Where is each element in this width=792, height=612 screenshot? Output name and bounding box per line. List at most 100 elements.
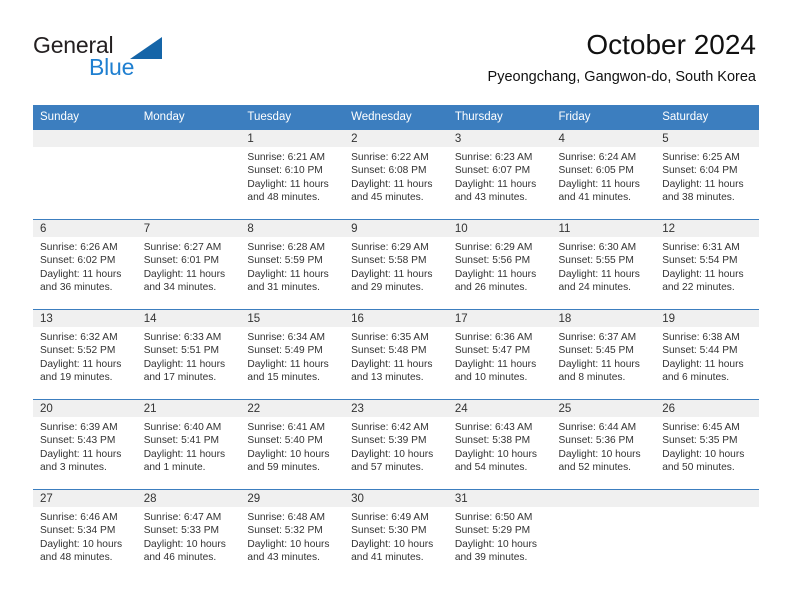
weekday-header-saturday: Saturday (655, 105, 759, 130)
day-number: 21 (136, 400, 241, 417)
calendar-day-cell[interactable]: 25 Sunrise: 6:44 AM Sunset: 5:36 PM Dayligh… (551, 399, 656, 490)
day-details: Sunrise: 6:26 AM Sunset: 6:02 PM Daylight:… (33, 237, 137, 294)
sunrise-time: Sunrise: 6:26 AM (40, 242, 118, 253)
day-number: 13 (33, 310, 137, 327)
calendar-day-cell[interactable]: 16 Sunrise: 6:35 AM Sunset: 5:48 PM Dayligh… (344, 309, 448, 400)
daylight-duration-line2: and 22 minutes. (662, 281, 735, 293)
calendar-day-cell[interactable]: 13 Sunrise: 6:32 AM Sunset: 5:52 PM Dayligh… (33, 309, 137, 400)
calendar-day-cell[interactable]: 14 Sunrise: 6:33 AM Sunset: 5:51 PM Dayligh… (136, 309, 241, 400)
daylight-duration-line2: and 29 minutes. (351, 281, 424, 293)
sunrise-time: Sunrise: 6:32 AM (40, 332, 118, 343)
calendar-day-cell[interactable]: 23 Sunrise: 6:42 AM Sunset: 5:39 PM Dayligh… (344, 399, 448, 490)
day-number: 31 (447, 490, 552, 507)
brand-logo[interactable]: General Blue (33, 33, 253, 83)
calendar-day-cell[interactable]: 21 Sunrise: 6:40 AM Sunset: 5:41 PM Dayligh… (136, 399, 241, 490)
page-subtitle: Pyeongchang, Gangwon-do, South Korea (487, 69, 756, 85)
day-details: Sunrise: 6:23 AM Sunset: 6:07 PM Daylight:… (448, 147, 552, 204)
day-details: Sunrise: 6:24 AM Sunset: 6:05 PM Daylight:… (552, 147, 656, 204)
calendar-day-cell[interactable]: 9 Sunrise: 6:29 AM Sunset: 5:58 PM Daylight… (344, 219, 448, 310)
calendar-day-cell[interactable]: 20 Sunrise: 6:39 AM Sunset: 5:43 PM Dayligh… (33, 399, 137, 490)
daylight-duration-line2: and 50 minutes. (662, 461, 735, 473)
weekday-header-thursday: Thursday (447, 105, 552, 130)
calendar-cell-empty (655, 489, 759, 579)
calendar-week-row: 20 Sunrise: 6:39 AM Sunset: 5:43 PM Dayligh… (33, 399, 759, 490)
calendar-day-cell[interactable]: 27 Sunrise: 6:46 AM Sunset: 5:34 PM Dayligh… (33, 489, 137, 579)
calendar-day-cell[interactable]: 10 Sunrise: 6:29 AM Sunset: 5:56 PM Dayligh… (447, 219, 552, 310)
daylight-duration-line1: Daylight: 11 hours (454, 358, 537, 370)
calendar-day-cell[interactable]: 4 Sunrise: 6:24 AM Sunset: 6:05 PM Daylight… (551, 129, 656, 220)
sunrise-time: Sunrise: 6:25 AM (662, 152, 740, 163)
sunrise-time: Sunrise: 6:35 AM (351, 332, 429, 343)
calendar-day-cell[interactable]: 2 Sunrise: 6:22 AM Sunset: 6:08 PM Daylight… (344, 129, 448, 220)
weekday-header-tuesday: Tuesday (240, 105, 345, 130)
calendar-day-cell[interactable]: 8 Sunrise: 6:28 AM Sunset: 5:59 PM Daylight… (240, 219, 345, 310)
calendar-day-cell[interactable]: 28 Sunrise: 6:47 AM Sunset: 5:33 PM Dayligh… (136, 489, 241, 579)
sunset-time: Sunset: 6:04 PM (662, 165, 738, 177)
day-number: 19 (655, 310, 759, 327)
sunset-time: Sunset: 5:54 PM (662, 255, 738, 267)
day-number: 9 (344, 220, 448, 237)
day-details: Sunrise: 6:45 AM Sunset: 5:35 PM Daylight:… (655, 417, 759, 474)
calendar-day-cell[interactable]: 5 Sunrise: 6:25 AM Sunset: 6:04 PM Daylight… (655, 129, 759, 220)
daylight-duration-line2: and 41 minutes. (351, 551, 424, 563)
daylight-duration-line1: Daylight: 11 hours (558, 178, 640, 190)
sunset-time: Sunset: 5:34 PM (40, 525, 116, 537)
sunset-time: Sunset: 5:30 PM (351, 525, 427, 537)
daylight-duration-line2: and 3 minutes. (40, 461, 107, 473)
daylight-duration-line2: and 46 minutes. (143, 551, 217, 563)
calendar-day-cell[interactable]: 6 Sunrise: 6:26 AM Sunset: 6:02 PM Daylight… (33, 219, 137, 310)
calendar-day-cell[interactable]: 26 Sunrise: 6:45 AM Sunset: 5:35 PM Dayligh… (655, 399, 759, 490)
calendar-cell-empty (33, 129, 137, 220)
sunrise-time: Sunrise: 6:31 AM (662, 242, 740, 253)
sunrise-time: Sunrise: 6:23 AM (454, 152, 533, 163)
day-details: Sunrise: 6:50 AM Sunset: 5:29 PM Daylight:… (448, 507, 552, 564)
day-details: Sunrise: 6:35 AM Sunset: 5:48 PM Daylight:… (344, 327, 448, 384)
day-details (552, 507, 656, 511)
calendar-day-cell[interactable]: 19 Sunrise: 6:38 AM Sunset: 5:44 PM Dayligh… (655, 309, 759, 400)
daylight-duration-line2: and 1 minute. (143, 461, 206, 473)
calendar-day-cell[interactable]: 22 Sunrise: 6:41 AM Sunset: 5:40 PM Dayligh… (240, 399, 345, 490)
sunrise-time: Sunrise: 6:29 AM (454, 242, 533, 253)
day-details: Sunrise: 6:34 AM Sunset: 5:49 PM Daylight:… (240, 327, 344, 384)
calendar-day-cell[interactable]: 3 Sunrise: 6:23 AM Sunset: 6:07 PM Daylight… (447, 129, 552, 220)
daylight-duration-line2: and 52 minutes. (558, 461, 632, 473)
day-details (33, 147, 137, 151)
sunset-time: Sunset: 6:02 PM (40, 255, 116, 267)
calendar-day-cell[interactable]: 11 Sunrise: 6:30 AM Sunset: 5:55 PM Dayligh… (551, 219, 656, 310)
calendar-day-cell[interactable]: 30 Sunrise: 6:49 AM Sunset: 5:30 PM Dayligh… (344, 489, 448, 579)
daylight-duration-line2: and 59 minutes. (247, 461, 320, 473)
calendar-day-cell[interactable]: 12 Sunrise: 6:31 AM Sunset: 5:54 PM Dayligh… (655, 219, 759, 310)
sunset-time: Sunset: 6:05 PM (558, 165, 634, 177)
weekday-header-sunday: Sunday (33, 105, 137, 130)
daylight-duration-line2: and 8 minutes. (558, 371, 626, 383)
day-number (33, 130, 137, 147)
day-number: 27 (33, 490, 137, 507)
sunrise-time: Sunrise: 6:28 AM (247, 242, 325, 253)
daylight-duration-line2: and 39 minutes. (454, 551, 528, 563)
sunset-time: Sunset: 5:41 PM (143, 435, 220, 447)
calendar-day-cell[interactable]: 18 Sunrise: 6:37 AM Sunset: 5:45 PM Dayligh… (551, 309, 656, 400)
weekday-header-wednesday: Wednesday (344, 105, 448, 130)
calendar-day-cell[interactable]: 29 Sunrise: 6:48 AM Sunset: 5:32 PM Dayligh… (240, 489, 345, 579)
day-number: 4 (551, 130, 656, 147)
calendar-day-cell[interactable]: 15 Sunrise: 6:34 AM Sunset: 5:49 PM Dayligh… (240, 309, 345, 400)
daylight-duration-line2: and 10 minutes. (454, 371, 528, 383)
day-number: 14 (136, 310, 241, 327)
day-number: 2 (344, 130, 448, 147)
calendar-day-cell[interactable]: 31 Sunrise: 6:50 AM Sunset: 5:29 PM Dayligh… (447, 489, 552, 579)
calendar-day-cell[interactable]: 7 Sunrise: 6:27 AM Sunset: 6:01 PM Daylight… (136, 219, 241, 310)
calendar-day-cell[interactable]: 24 Sunrise: 6:43 AM Sunset: 5:38 PM Dayligh… (447, 399, 552, 490)
day-details: Sunrise: 6:33 AM Sunset: 5:51 PM Daylight:… (137, 327, 241, 384)
day-details: Sunrise: 6:22 AM Sunset: 6:08 PM Daylight:… (344, 147, 448, 204)
day-details: Sunrise: 6:40 AM Sunset: 5:41 PM Daylight:… (137, 417, 241, 474)
daylight-duration-line2: and 36 minutes. (40, 281, 113, 293)
calendar-day-cell[interactable]: 1 Sunrise: 6:21 AM Sunset: 6:10 PM Daylight… (240, 129, 345, 220)
calendar-day-cell[interactable]: 17 Sunrise: 6:36 AM Sunset: 5:47 PM Dayligh… (447, 309, 552, 400)
day-details: Sunrise: 6:36 AM Sunset: 5:47 PM Daylight:… (448, 327, 552, 384)
daylight-duration-line1: Daylight: 11 hours (143, 358, 226, 370)
daylight-duration-line1: Daylight: 11 hours (662, 178, 744, 190)
daylight-duration-line2: and 31 minutes. (247, 281, 320, 293)
sunrise-time: Sunrise: 6:39 AM (40, 422, 118, 433)
calendar-body: 1 Sunrise: 6:21 AM Sunset: 6:10 PM Daylight… (33, 129, 759, 579)
sunset-time: Sunset: 6:10 PM (247, 165, 323, 177)
